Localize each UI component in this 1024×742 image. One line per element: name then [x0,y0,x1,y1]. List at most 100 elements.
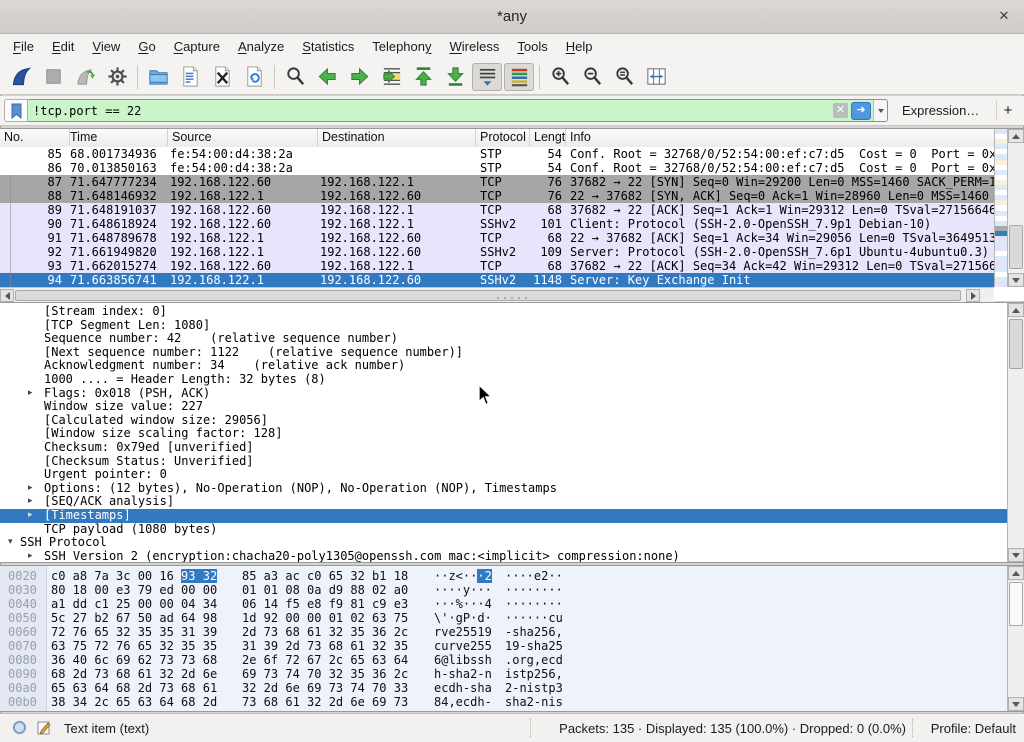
collapsed-arrow-icon[interactable]: ▸ [28,495,33,509]
detail-line[interactable]: ▸SSH Version 2 (encryption:chacha20-poly… [0,550,1007,563]
menu-telephony[interactable]: Telephony [363,36,440,57]
detail-line[interactable]: Sequence number: 42 (relative sequence n… [0,332,1007,346]
menu-analyze[interactable]: Analyze [229,36,293,57]
colorize-packets-button[interactable] [504,63,534,91]
detail-line[interactable]: [Calculated window size: 29056] [0,414,1007,428]
packet-row-94[interactable]: 9471.663856741192.168.122.1192.168.122.6… [0,273,994,287]
scroll-down-button[interactable] [1008,273,1024,287]
detail-line[interactable]: ▸Flags: 0x018 (PSH, ACK) [0,387,1007,401]
scroll-right-button[interactable] [966,289,980,302]
menu-capture[interactable]: Capture [165,36,229,57]
packet-row-89[interactable]: 8971.648191037192.168.122.60192.168.122.… [0,203,994,217]
scroll-up-button[interactable] [1008,303,1024,317]
expression-button[interactable]: Expression… [902,103,979,118]
detail-line[interactable]: [TCP Segment Len: 1080] [0,319,1007,333]
menu-statistics[interactable]: Statistics [293,36,363,57]
detail-line[interactable]: Urgent pointer: 0 [0,468,1007,482]
collapsed-arrow-icon[interactable]: ▸ [28,509,33,523]
hex-row-0060[interactable]: 006072 76 65 32 35 35 31 392d 73 68 61 3… [0,625,1007,639]
hex-row-00a0[interactable]: 00a065 63 64 68 2d 73 68 6132 2d 6e 69 7… [0,681,1007,695]
menu-wireless[interactable]: Wireless [441,36,509,57]
reload-file-button[interactable] [239,63,269,91]
restart-capture-button[interactable] [70,63,100,91]
display-filter-input[interactable] [28,103,833,119]
packet-list-minimap[interactable] [994,129,1007,287]
start-capture-button[interactable] [6,63,36,91]
detail-line[interactable]: ▸[Timestamps] [0,509,1007,523]
capture-options-button[interactable] [102,63,132,91]
collapsed-arrow-icon[interactable]: ▸ [28,482,33,496]
collapsed-arrow-icon[interactable]: ▸ [28,387,33,401]
hex-row-0080[interactable]: 008036 40 6c 69 62 73 73 682e 6f 72 67 2… [0,653,1007,667]
details-vscrollbar[interactable] [1007,303,1024,562]
scroll-up-button[interactable] [1008,129,1024,143]
packet-row-92[interactable]: 9271.661949820192.168.122.1192.168.122.6… [0,245,994,259]
detail-line[interactable]: TCP payload (1080 bytes) [0,523,1007,537]
detail-line[interactable]: Window size value: 227 [0,400,1007,414]
scroll-down-button[interactable] [1008,697,1024,711]
title-bar[interactable]: *any ✕ [0,0,1024,34]
stop-capture-button[interactable] [38,63,68,91]
expert-info-button[interactable] [12,720,27,738]
menu-tools[interactable]: Tools [508,36,556,57]
resize-columns-button[interactable] [641,63,671,91]
menu-file[interactable]: File [4,36,43,57]
scroll-down-button[interactable] [1008,548,1024,562]
hex-row-0020[interactable]: 0020c0 a8 7a 3c 00 16 93 3285 a3 ac c0 6… [0,569,1007,583]
column-header-time[interactable]: Time [66,129,168,146]
menu-go[interactable]: Go [129,36,164,57]
packet-list-vscrollbar[interactable] [1007,129,1024,287]
collapsed-arrow-icon[interactable]: ▸ [28,550,33,563]
detail-line[interactable]: [Checksum Status: Unverified] [0,455,1007,469]
detail-line[interactable]: ▸Options: (12 bytes), No-Operation (NOP)… [0,482,1007,496]
packet-row-87[interactable]: 8771.647777234192.168.122.60192.168.122.… [0,175,994,189]
go-last-button[interactable] [440,63,470,91]
scrollbar-thumb[interactable] [1009,225,1023,269]
detail-line[interactable]: [Window size scaling factor: 128] [0,427,1007,441]
filter-add-button[interactable]: + [1000,102,1016,119]
go-back-button[interactable] [312,63,342,91]
detail-line[interactable]: ▾SSH Protocol [0,536,1007,550]
go-first-button[interactable] [408,63,438,91]
detail-line[interactable]: 1000 .... = Header Length: 32 bytes (8) [0,373,1007,387]
go-forward-button[interactable] [344,63,374,91]
detail-line[interactable]: ▸[SEQ/ACK analysis] [0,495,1007,509]
hex-row-0090[interactable]: 009068 2d 73 68 61 32 2d 6e69 73 74 70 3… [0,667,1007,681]
column-header-protocol[interactable]: Protocol [476,129,530,146]
column-header-length[interactable]: Length [530,129,566,146]
zoom-original-button[interactable] [609,63,639,91]
detail-line[interactable]: Checksum: 0x79ed [unverified] [0,441,1007,455]
scroll-left-button[interactable] [0,289,14,302]
detail-line[interactable]: [Next sequence number: 1122 (relative se… [0,346,1007,360]
hex-row-0050[interactable]: 00505c 27 b2 67 50 ad 64 981d 92 00 00 0… [0,611,1007,625]
capture-comment-button[interactable] [36,720,52,739]
filter-clear-button[interactable]: ✕ [833,103,848,118]
detail-line[interactable]: Acknowledgment number: 34 (relative ack … [0,359,1007,373]
column-header-no[interactable]: No. [0,129,70,146]
column-header-info[interactable]: Info [566,129,996,146]
find-packet-button[interactable] [280,63,310,91]
open-file-button[interactable] [143,63,173,91]
filter-history-dropdown[interactable] [873,100,887,121]
packet-row-88[interactable]: 8871.648146932192.168.122.1192.168.122.6… [0,189,994,203]
go-to-packet-button[interactable] [376,63,406,91]
scroll-up-button[interactable] [1008,566,1024,580]
pane-splitter[interactable] [497,296,527,300]
hex-row-0030[interactable]: 003080 18 00 e3 79 ed 00 0001 01 08 0a d… [0,583,1007,597]
hex-row-0040[interactable]: 0040a1 dd c1 25 00 00 04 3406 14 f5 e8 f… [0,597,1007,611]
filter-apply-button[interactable]: ➜ [851,102,871,120]
packet-row-90[interactable]: 9071.648618924192.168.122.60192.168.122.… [0,217,994,231]
hex-row-00b0[interactable]: 00b038 34 2c 65 63 64 68 2d73 68 61 32 2… [0,695,1007,709]
profile-status[interactable]: Profile: Default [931,721,1016,736]
expanded-arrow-icon[interactable]: ▾ [8,536,13,550]
column-header-source[interactable]: Source [168,129,318,146]
close-window-button[interactable]: ✕ [996,8,1012,24]
save-file-button[interactable] [175,63,205,91]
scrollbar-thumb[interactable] [1009,319,1023,369]
filter-bookmark-button[interactable] [4,99,28,122]
auto-scroll-button[interactable] [472,63,502,91]
menu-edit[interactable]: Edit [43,36,83,57]
hex-vscrollbar[interactable] [1007,566,1024,711]
hex-row-0070[interactable]: 007063 75 72 76 65 32 35 3531 39 2d 73 6… [0,639,1007,653]
zoom-in-button[interactable] [545,63,575,91]
